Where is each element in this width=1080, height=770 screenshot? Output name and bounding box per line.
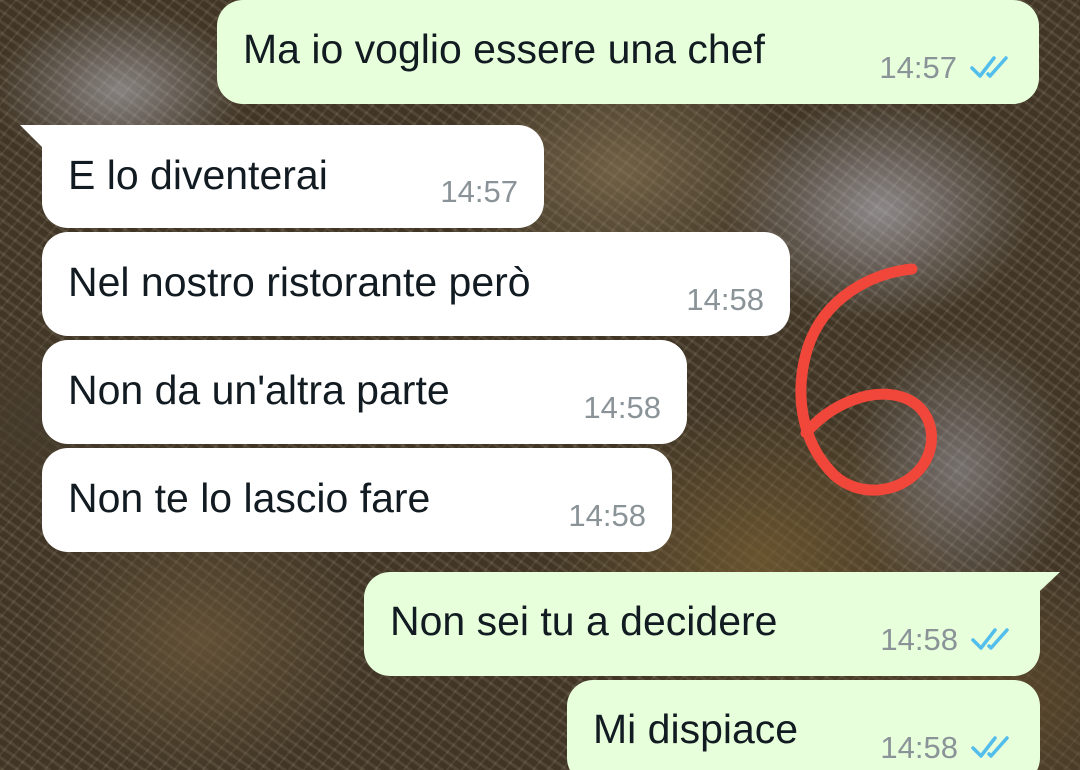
message-timestamp: 14:57: [879, 50, 957, 85]
message-text: Mi dispiace: [593, 706, 799, 752]
message-text: Nel nostro ristorante però: [68, 259, 531, 305]
message-bubble-outgoing[interactable]: Ma io voglio essere una chef 14:57: [217, 0, 1039, 104]
message-timestamp: 14:58: [568, 498, 646, 533]
double-check-icon: [971, 628, 1009, 650]
double-check-icon: [971, 736, 1009, 758]
message-timestamp: 14:58: [880, 622, 958, 657]
message-timestamp: 14:58: [583, 390, 661, 425]
message-bubble-incoming[interactable]: Non te lo lascio fare 14:58: [42, 448, 672, 552]
message-timestamp: 14:58: [686, 282, 764, 317]
message-text: E lo diventerai: [68, 152, 328, 198]
message-bubble-incoming[interactable]: Nel nostro ristorante però 14:58: [42, 232, 790, 336]
message-text: Non sei tu a decidere: [390, 598, 778, 644]
message-text: Non da un'altra parte: [68, 367, 450, 413]
message-timestamp: 14:57: [440, 174, 518, 209]
double-check-icon: [970, 56, 1008, 78]
message-text: Non te lo lascio fare: [68, 475, 431, 521]
message-bubble-outgoing[interactable]: Non sei tu a decidere 14:58: [364, 572, 1040, 676]
handwritten-six-mark: [795, 263, 937, 496]
message-bubble-outgoing[interactable]: Mi dispiace 14:58: [567, 680, 1040, 770]
message-text: Ma io voglio essere una chef: [243, 26, 765, 72]
message-timestamp: 14:58: [880, 730, 958, 765]
message-bubble-incoming[interactable]: E lo diventerai 14:57: [42, 125, 544, 228]
message-bubble-incoming[interactable]: Non da un'altra parte 14:58: [42, 340, 687, 444]
